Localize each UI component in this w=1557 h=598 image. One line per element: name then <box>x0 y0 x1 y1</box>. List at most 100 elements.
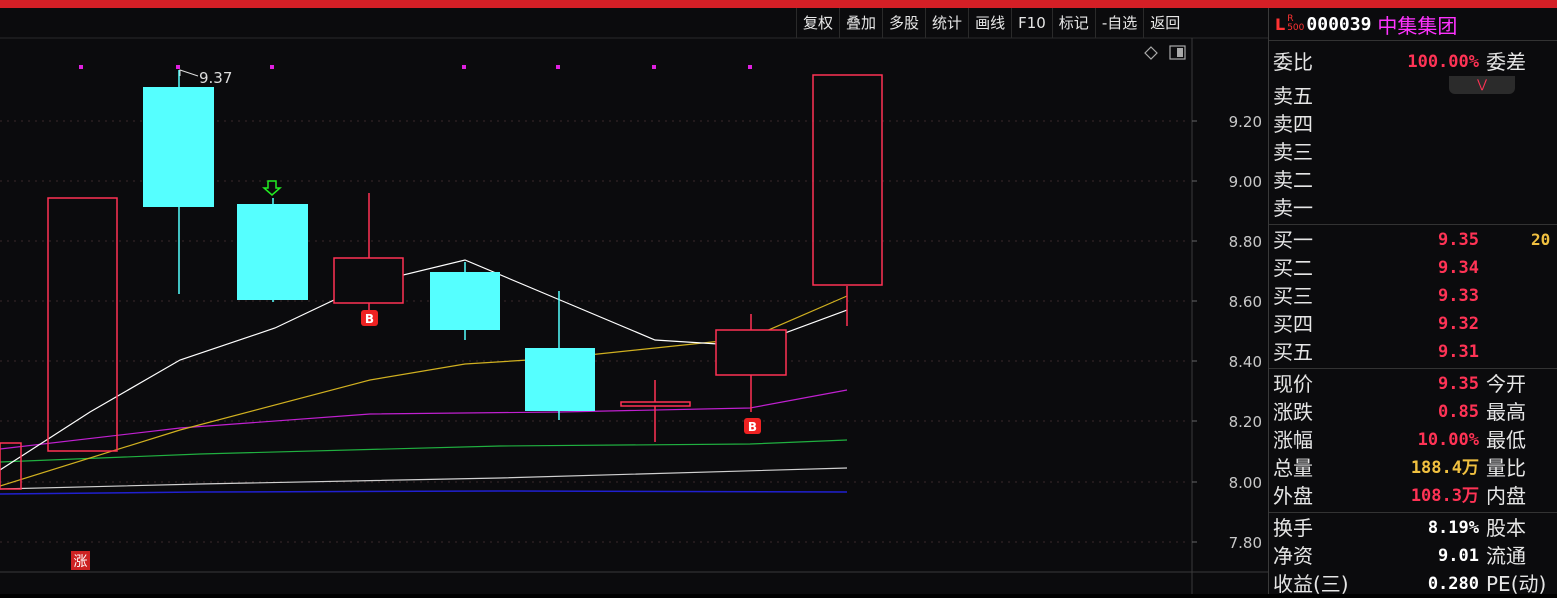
down-arrow-icon <box>262 180 282 196</box>
stock-name: 中集集团 <box>1377 13 1458 38</box>
sell-label: 卖一 <box>1273 196 1313 220</box>
candle <box>333 193 404 312</box>
kline-chart-area[interactable]: 9.20 9.00 8.80 8.60 8.40 8.20 8.00 7.80 <box>0 8 1268 594</box>
y-tick-label: 8.40 <box>1229 353 1262 371</box>
buy-signal-marker: B <box>744 418 761 434</box>
diamond-icon[interactable] <box>1144 46 1158 60</box>
sell-label: 卖五 <box>1273 84 1313 108</box>
ma-line-green <box>0 439 848 463</box>
multi-stock-button[interactable]: 多股 <box>882 8 925 38</box>
buy2-row[interactable]: 买二 9.34 <box>1269 254 1557 282</box>
stat-label2: 量比 <box>1486 456 1526 480</box>
buy-label: 买二 <box>1273 256 1313 280</box>
level2-sup-bottom: 500 <box>1287 23 1305 33</box>
overlay-button[interactable]: 叠加 <box>839 8 882 38</box>
signal-dot <box>462 65 466 69</box>
candle <box>237 198 308 302</box>
buy5-row[interactable]: 买五 9.31 <box>1269 338 1557 366</box>
signal-dot <box>556 65 560 69</box>
sell-label: 卖二 <box>1273 168 1313 192</box>
panel-toggle-icon[interactable] <box>1169 45 1186 60</box>
divider <box>1269 224 1557 225</box>
stat-row: 换手 8.19% 股本 <box>1269 514 1557 542</box>
sell-label: 卖四 <box>1273 112 1313 136</box>
draw-line-button[interactable]: 画线 <box>968 8 1011 38</box>
stat-label2: 最低 <box>1486 428 1526 452</box>
buy-label: 买五 <box>1273 340 1313 364</box>
chart-toolbar: 复权 叠加 多股 统计 画线 F10 标记 -自选 返回 <box>796 8 1186 38</box>
buy-price: 9.31 <box>1438 342 1479 362</box>
high-price-marker: 9.37 <box>179 69 232 87</box>
stat-value: 9.01 <box>1438 546 1479 566</box>
back-button[interactable]: 返回 <box>1143 8 1186 38</box>
ma-line-gray <box>0 467 848 490</box>
stat-value: 9.35 <box>1438 374 1479 394</box>
stat-row: 总量 188.4万 量比 <box>1269 454 1557 482</box>
stat-value: 8.19% <box>1427 518 1479 538</box>
level2-sup: R 500 <box>1287 15 1304 33</box>
stat-label: 涨跌 <box>1273 400 1313 424</box>
sell5-row: 卖五 <box>1269 82 1557 110</box>
high-price-label: 9.37 <box>199 69 232 87</box>
stat-label: 现价 <box>1273 372 1313 396</box>
level2-logo: L <box>1275 14 1286 34</box>
stat-label: 换手 <box>1273 516 1313 540</box>
sell4-row: 卖四 <box>1269 110 1557 138</box>
kline-svg[interactable]: 9.20 9.00 8.80 8.60 8.40 8.20 8.00 7.80 <box>0 8 1268 594</box>
stat-label2: 股本 <box>1486 516 1526 540</box>
y-tick-label: 8.00 <box>1229 474 1262 492</box>
buy-label: 买四 <box>1273 312 1313 336</box>
buy-label: 买一 <box>1273 228 1313 252</box>
stat-row: 涨跌 0.85 最高 <box>1269 398 1557 426</box>
candle <box>812 74 883 326</box>
divider <box>1269 368 1557 369</box>
f10-button[interactable]: F10 <box>1011 8 1052 38</box>
stat-label2: 最高 <box>1486 400 1526 424</box>
stat-value: 0.85 <box>1438 402 1479 422</box>
statistics-button[interactable]: 统计 <box>925 8 968 38</box>
signal-dot <box>79 65 83 69</box>
buy-price: 9.35 <box>1438 230 1479 250</box>
svg-text:B: B <box>365 312 374 326</box>
buy3-row[interactable]: 买三 9.33 <box>1269 282 1557 310</box>
buy-label: 买三 <box>1273 284 1313 308</box>
candle <box>143 70 214 294</box>
y-tick-label: 7.80 <box>1229 534 1262 552</box>
stat-label2: 今开 <box>1486 372 1526 396</box>
mark-button[interactable]: 标记 <box>1051 8 1095 38</box>
remove-watchlist-button[interactable]: -自选 <box>1094 8 1143 38</box>
weibi-value: 100.00% <box>1407 52 1479 72</box>
stat-value: 108.3万 <box>1410 486 1479 506</box>
stat-label: 涨幅 <box>1273 428 1313 452</box>
y-tick-label: 8.60 <box>1229 293 1262 311</box>
stock-code: 000039 <box>1306 13 1372 35</box>
buy4-row[interactable]: 买四 9.32 <box>1269 310 1557 338</box>
candle <box>715 314 787 412</box>
svg-text:B: B <box>748 420 757 434</box>
stat-row: 净资 9.01 流通 <box>1269 542 1557 570</box>
weibi-label: 委比 <box>1273 50 1313 74</box>
sell-label: 卖三 <box>1273 140 1313 164</box>
candle <box>430 262 500 340</box>
weicha-label: 委差 <box>1486 50 1526 74</box>
stat-label: 总量 <box>1273 456 1313 480</box>
y-tick-label: 9.20 <box>1229 113 1262 131</box>
sell3-row: 卖三 <box>1269 138 1557 166</box>
stat-row: 涨幅 10.00% 最低 <box>1269 426 1557 454</box>
signal-dot <box>652 65 656 69</box>
buy-volume: 20 <box>1531 230 1551 249</box>
signal-dot <box>748 65 752 69</box>
ma-line-magenta <box>0 389 848 450</box>
stat-label: 外盘 <box>1273 484 1313 508</box>
quote-panel: L R 500 000039 中集集团 委比 100.00% 委差 ⋁ 卖五 卖… <box>1269 8 1557 596</box>
weibi-row: 委比 100.00% 委差 <box>1269 48 1557 76</box>
buy-signal-marker: B <box>361 310 378 326</box>
candle <box>0 442 22 490</box>
restore-rights-button[interactable]: 复权 <box>796 8 839 38</box>
buy1-row[interactable]: 买一 9.35 20 <box>1269 226 1557 254</box>
stat-label2: 内盘 <box>1486 484 1526 508</box>
buy-price: 9.33 <box>1438 286 1479 306</box>
divider <box>1269 512 1557 513</box>
signal-dot <box>270 65 274 69</box>
stock-title[interactable]: L R 500 000039 中集集团 <box>1269 8 1557 40</box>
